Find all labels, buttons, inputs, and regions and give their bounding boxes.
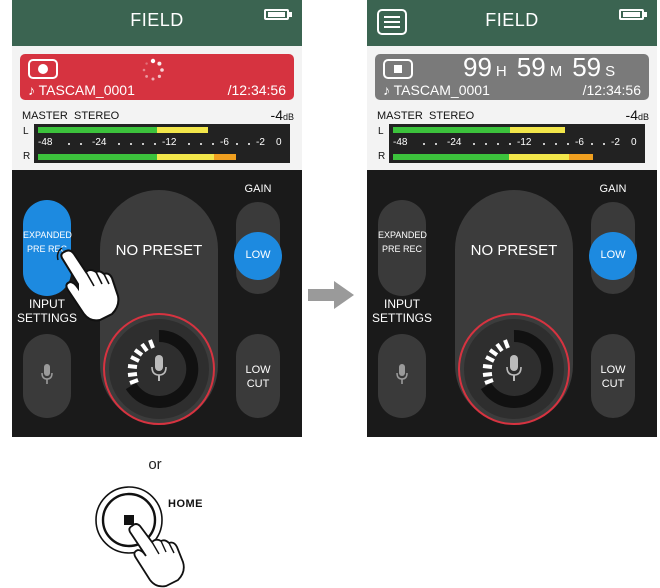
screen-title: FIELD (130, 10, 184, 30)
scale-label: -48 (393, 137, 408, 148)
meter-bar-left (393, 127, 565, 133)
lowcut-label-1: LOW (600, 364, 626, 376)
lowcut-button[interactable]: LOW CUT (591, 334, 635, 418)
level-value: -4 (625, 107, 638, 123)
level-readout: -4dB (626, 107, 649, 123)
level-readout: -4dB (271, 107, 294, 123)
title-bar: FIELD (367, 0, 657, 46)
scale-label: -24 (92, 137, 107, 148)
recording-status-panel: 99 H 59 M 59 S ♪ TASCAM_0001 /12:34:56 (375, 52, 649, 100)
gain-label: GAIN (244, 183, 272, 195)
lowcut-button[interactable]: LOW CUT (236, 334, 280, 418)
gain-low-button[interactable]: LOW (234, 232, 282, 280)
level-meter: -48 -24 -12 -6 -2 0 (389, 124, 645, 163)
meter-scale: -48 -24 -12 -6 -2 0 (393, 137, 641, 151)
seconds-unit: S (605, 63, 616, 80)
record-icon (28, 59, 58, 79)
remaining-minutes: 59 (516, 52, 546, 82)
channel-left-label: L (23, 126, 29, 137)
channel-left-label: L (378, 126, 384, 137)
expanded-prerec-label-2: PRE REC (381, 244, 422, 254)
total-time: /12:34:56 (582, 82, 641, 98)
scale-label: -12 (517, 137, 532, 148)
lowcut-label-2: CUT (601, 378, 625, 390)
hours-unit: H (495, 63, 507, 80)
remaining-seconds: 59 (572, 52, 602, 82)
expanded-prerec-button[interactable]: EXPANDED PRE REC (378, 200, 427, 296)
expanded-prerec-label-1: EXPANDED (378, 230, 427, 240)
file-name: ♪ TASCAM_0001 (383, 82, 490, 98)
right-arrow-icon (308, 281, 354, 309)
recording-status-panel: ♪ TASCAM_0001 /12:34:56 (20, 54, 294, 100)
minutes-unit: M (549, 63, 563, 80)
title-bar: FIELD (12, 0, 302, 46)
file-name: ♪ TASCAM_0001 (28, 82, 135, 98)
scale-label: -6 (220, 137, 229, 148)
input-settings-line-1: INPUT (384, 297, 420, 311)
channel-right-label: R (23, 151, 31, 162)
remaining-hours: 99 (463, 52, 492, 82)
meter-bar-right (38, 154, 236, 160)
stop-icon (124, 515, 134, 525)
level-meter: -48 -24 -12 -6 -2 0 (34, 124, 290, 163)
scale-label: -48 (38, 137, 53, 148)
meter-bar-left (38, 127, 208, 133)
stereo-label: STEREO (429, 110, 475, 122)
scale-label: -2 (611, 137, 620, 148)
input-level-ring (458, 313, 570, 425)
battery-icon (264, 9, 292, 20)
input-settings-button[interactable] (23, 334, 71, 418)
input-settings-button[interactable] (378, 334, 426, 418)
tap-hand-icon (56, 247, 120, 322)
scale-label: -12 (162, 137, 177, 148)
status-area: ♪ TASCAM_0001 /12:34:56 MASTER STEREO -4… (12, 46, 302, 170)
scale-label: -6 (575, 137, 584, 148)
home-button-illustration (95, 486, 185, 588)
stereo-label: STEREO (74, 110, 120, 122)
level-value: -4 (270, 107, 283, 123)
master-label: MASTER (377, 110, 423, 122)
remaining-time: 99 H 59 M 59 S (463, 52, 625, 83)
master-label: MASTER (22, 110, 68, 122)
recorder-screen-after: FIELD 99 H 59 M 59 S ♪ TASCAM_0001 /12:34:56 … (367, 0, 657, 437)
level-unit: dB (282, 112, 294, 122)
expanded-prerec-label-1: EXPANDED (23, 230, 72, 240)
gain-label: GAIN (599, 183, 627, 195)
scale-label: 0 (631, 137, 637, 148)
meter-bar-right (393, 154, 593, 160)
gain-value: LOW (600, 249, 626, 261)
lowcut-label-1: LOW (245, 364, 271, 376)
scale-label: 0 (276, 137, 282, 148)
meter-scale: -48 -24 -12 -6 -2 0 (38, 137, 286, 151)
microphone-icon (41, 364, 53, 384)
preset-label: NO PRESET (470, 242, 558, 259)
recorder-screen-before: FIELD ♪ TASCAM_0001 /12:34:56 MASTER STE… (12, 0, 302, 437)
stop-icon (383, 59, 413, 79)
total-time: /12:34:56 (227, 82, 286, 98)
screen-title: FIELD (485, 10, 539, 30)
gain-low-button[interactable]: LOW (589, 232, 637, 280)
scale-label: -24 (447, 137, 462, 148)
or-text: or (148, 456, 162, 473)
input-settings-label: INPUT SETTINGS (367, 297, 437, 325)
channel-right-label: R (378, 151, 386, 162)
input-settings-line-2: SETTINGS (371, 311, 432, 325)
input-level-ring (103, 313, 215, 425)
lowcut-label-2: CUT (246, 378, 270, 390)
status-area: 99 H 59 M 59 S ♪ TASCAM_0001 /12:34:56 MASTER… (367, 46, 657, 170)
level-unit: dB (637, 112, 649, 122)
loading-spinner-icon (142, 58, 164, 81)
home-button-label: HOME (168, 498, 203, 510)
microphone-icon (396, 364, 408, 384)
battery-icon (619, 9, 647, 20)
gain-value: LOW (245, 249, 271, 261)
scale-label: -2 (256, 137, 265, 148)
